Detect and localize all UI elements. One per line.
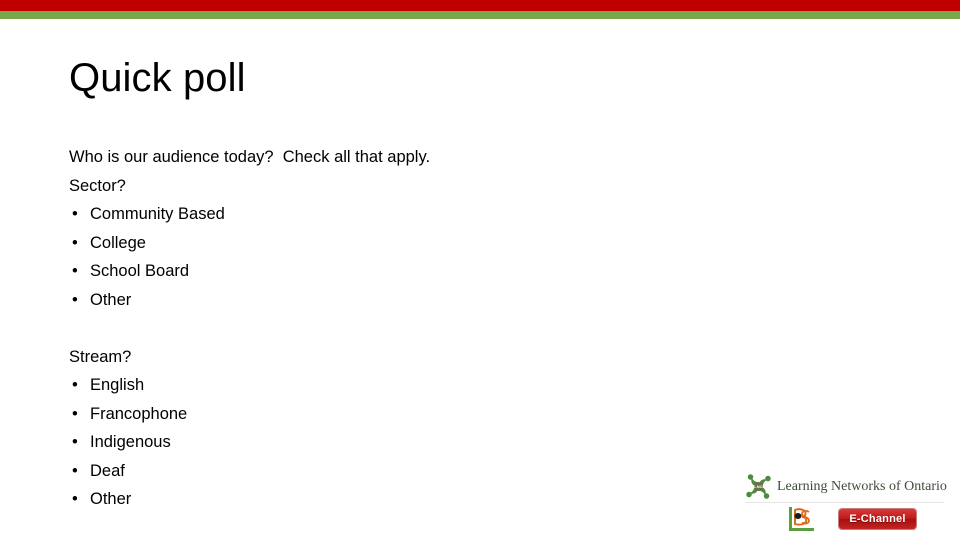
slide-body: Who is our audience today? Check all tha… — [69, 143, 689, 514]
list-item[interactable]: Other — [69, 485, 689, 514]
list-item[interactable]: English — [69, 371, 689, 400]
echannel-logo-text: E-Channel — [849, 512, 906, 525]
logo-cluster: LNO Learning Networks of Ontario E-Chann… — [745, 473, 947, 535]
lead-text: Who is our audience today? Check all tha… — [69, 148, 431, 166]
page-title: Quick poll — [69, 56, 246, 100]
slide: Quick poll Who is our audience today? Ch… — [0, 0, 960, 540]
options-list-sector: Community Based College School Board Oth… — [69, 200, 689, 314]
list-item[interactable]: Indigenous — [69, 428, 689, 457]
list-item[interactable]: Community Based — [69, 200, 689, 229]
list-item[interactable]: College — [69, 229, 689, 258]
list-item[interactable]: Other — [69, 286, 689, 315]
svg-text:LNO: LNO — [754, 484, 762, 489]
question-stream: Stream? — [69, 347, 132, 366]
options-list-stream: English Francophone Indigenous Deaf Othe… — [69, 371, 689, 514]
lbs-monogram-icon — [784, 505, 818, 533]
question-sector: Sector? — [69, 176, 126, 195]
list-item[interactable]: Deaf — [69, 457, 689, 486]
echannel-logo: E-Channel — [839, 509, 916, 529]
top-red-band — [0, 0, 960, 11]
lno-logo-text: Learning Networks of Ontario — [777, 478, 947, 494]
top-green-band — [0, 11, 960, 19]
list-item[interactable]: Francophone — [69, 400, 689, 429]
list-item[interactable]: School Board — [69, 257, 689, 286]
learning-networks-of-ontario-logo: LNO Learning Networks of Ontario — [745, 473, 947, 500]
partner-logos-row: E-Channel — [745, 504, 944, 534]
pinwheel-people-icon: LNO — [745, 473, 772, 500]
logo-divider — [745, 502, 944, 503]
